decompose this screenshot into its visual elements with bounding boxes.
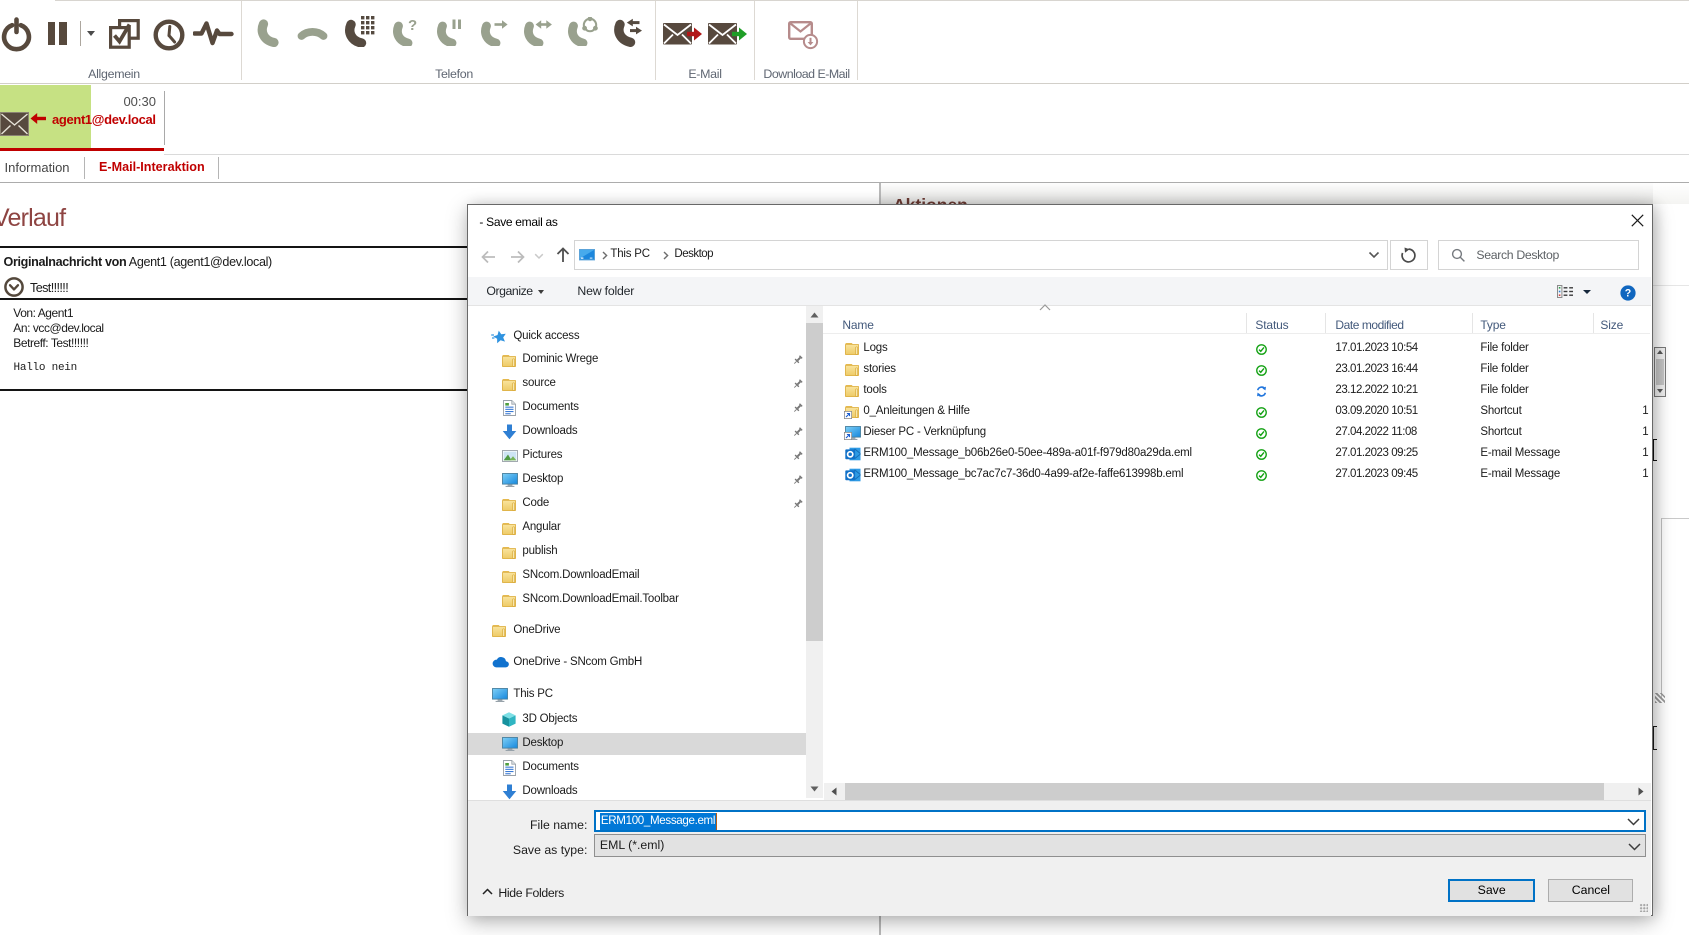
svg-text:?: ? <box>408 18 417 34</box>
svg-text:?: ? <box>1625 287 1631 299</box>
